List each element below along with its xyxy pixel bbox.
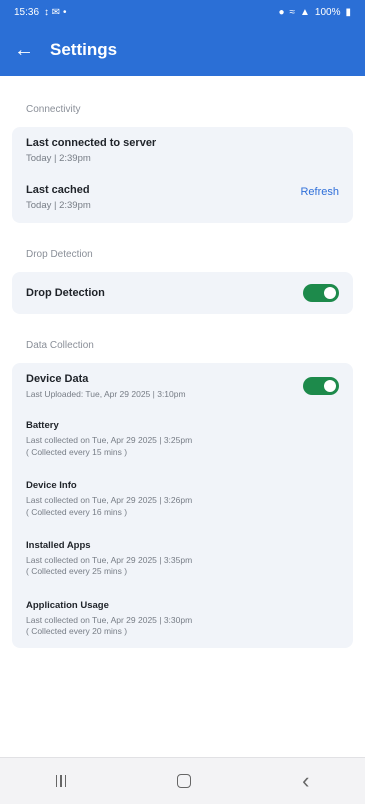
collection-item-last: Last collected on Tue, Apr 29 2025 | 3:2… — [26, 435, 193, 446]
recents-icon[interactable] — [55, 775, 67, 787]
notification-icons: ↕ ✉ • — [44, 6, 67, 18]
home-icon[interactable] — [177, 774, 192, 788]
collection-item-interval: ( Collected every 25 mins ) — [26, 566, 128, 577]
collection-item: Application Usage Last collected on Tue,… — [26, 600, 339, 638]
collection-item-label: Battery — [26, 420, 59, 432]
app-bar: ← Settings — [0, 24, 365, 76]
page-title: Settings — [50, 40, 118, 59]
last-connected-label: Last connected to server — [26, 137, 157, 149]
drop-detection-card: Drop Detection — [12, 271, 353, 314]
collection-item-interval: ( Collected every 15 mins ) — [26, 446, 128, 457]
section-title-connectivity: Connectivity — [26, 104, 81, 115]
connectivity-card: Last connected to server Today | 2:39pm … — [12, 127, 353, 223]
status-bar: 15:36 ↕ ✉ • ● ≈ ▲ 100% ▮ — [0, 0, 365, 24]
collection-item: Battery Last collected on Tue, Apr 29 20… — [26, 420, 339, 458]
drop-detection-toggle[interactable] — [303, 283, 339, 302]
device-data-toggle[interactable] — [303, 376, 339, 395]
refresh-button[interactable]: Refresh — [300, 186, 339, 198]
collection-item: Device Info Last collected on Tue, Apr 2… — [26, 480, 339, 518]
location-icon: ● — [278, 6, 285, 18]
system-nav-bar: ‹ — [0, 757, 365, 804]
collection-item-last: Last collected on Tue, Apr 29 2025 | 3:3… — [26, 614, 193, 625]
last-connected-row: Last connected to server Today | 2:39pm — [26, 137, 339, 166]
wifi-icon: ≈ — [289, 6, 296, 18]
last-cached-value: Today | 2:39pm — [26, 199, 91, 211]
drop-detection-label: Drop Detection — [26, 286, 105, 299]
signal-icon: ▲ — [300, 6, 310, 18]
collection-item: Installed Apps Last collected on Tue, Ap… — [26, 540, 339, 578]
arrow-left-icon[interactable]: ← — [14, 40, 44, 60]
data-collection-card: Device Data Last Uploaded: Tue, Apr 29 2… — [12, 362, 353, 648]
settings-content: Connectivity Last connected to server To… — [0, 76, 365, 648]
collection-item-label: Device Info — [26, 480, 77, 492]
status-left: 15:36 ↕ ✉ • — [14, 7, 66, 18]
collection-item-interval: ( Collected every 16 mins ) — [26, 506, 128, 517]
last-cached-row: Last cached Today | 2:39pm Refresh — [26, 184, 339, 213]
collection-item-interval: ( Collected every 20 mins ) — [26, 626, 128, 637]
section-title-data-collection: Data Collection — [26, 339, 94, 351]
battery-icon: ▮ — [345, 6, 351, 18]
collection-item-last: Last collected on Tue, Apr 29 2025 | 3:3… — [26, 554, 193, 565]
drop-detection-row: Drop Detection — [26, 283, 339, 302]
last-cached-label: Last cached — [26, 183, 90, 196]
battery-percent: 100% — [314, 6, 341, 18]
collection-item-last: Last collected on Tue, Apr 29 2025 | 3:2… — [26, 495, 193, 506]
collection-item-label: Application Usage — [26, 599, 109, 611]
last-connected-value: Today | 2:39pm — [26, 153, 91, 164]
device-data-last-uploaded: Last Uploaded: Tue, Apr 29 2025 | 3:10pm — [26, 388, 186, 399]
status-right: ● ≈ ▲ 100% ▮ — [278, 7, 351, 18]
device-data-label: Device Data — [26, 372, 89, 385]
status-time: 15:36 — [14, 6, 40, 18]
back-chevron-icon[interactable]: ‹ — [302, 768, 309, 794]
device-data-row: Device Data Last Uploaded: Tue, Apr 29 2… — [26, 373, 339, 400]
section-title-drop-detection: Drop Detection — [26, 248, 93, 260]
collection-item-label: Installed Apps — [26, 539, 91, 551]
